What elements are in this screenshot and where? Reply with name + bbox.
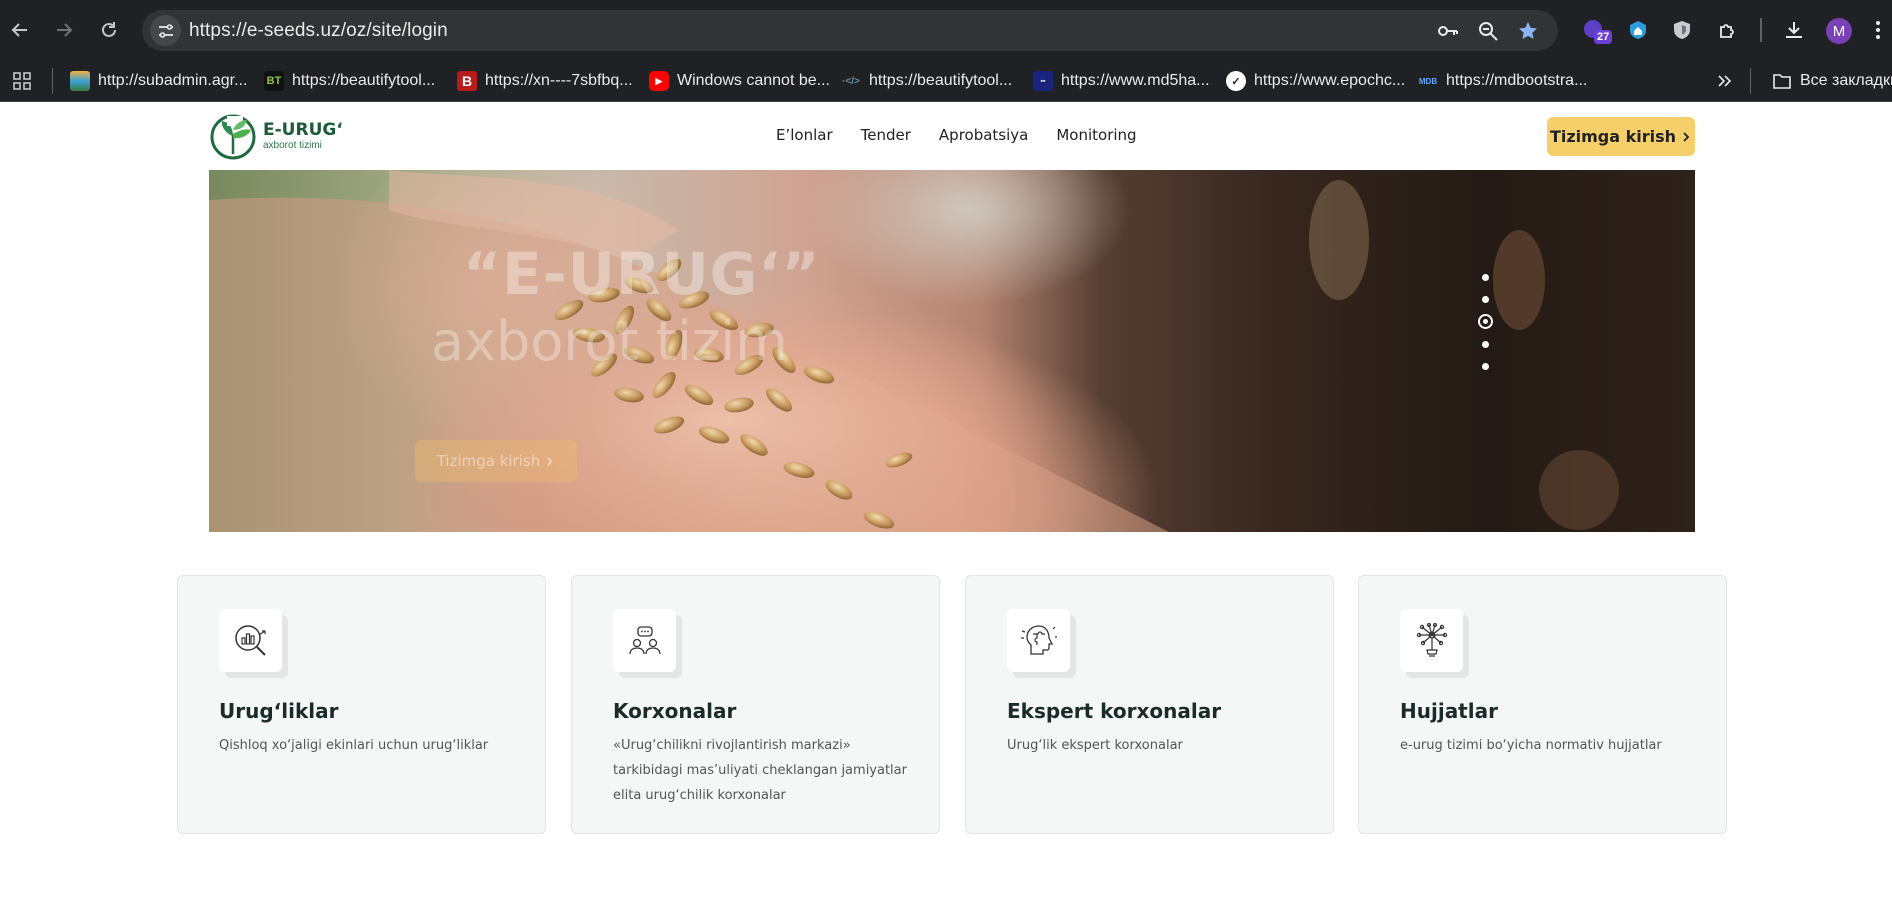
bookmark-item[interactable]: ▶ Windows cannot be...	[649, 70, 830, 92]
address-bar[interactable]: https://e-seeds.uz/oz/site/login	[142, 10, 1558, 51]
hero-subtitle: axborot tizim	[431, 310, 788, 373]
b-favicon: B	[457, 71, 477, 91]
logo-subtitle: axborot tizimi	[263, 139, 322, 151]
sprout-logo-icon	[210, 114, 256, 160]
apps-grid-button[interactable]	[12, 70, 32, 92]
bt-favicon: BT	[264, 71, 284, 91]
nav-link-elonlar[interactable]: E’lonlar	[776, 126, 833, 144]
bookmark-item[interactable]: ✓ https://www.epochc...	[1226, 70, 1405, 92]
url-text[interactable]: https://e-seeds.uz/oz/site/login	[189, 20, 448, 42]
downloads-icon[interactable]	[1780, 16, 1808, 44]
layers-favicon	[70, 71, 90, 91]
slider-dot[interactable]	[1482, 274, 1489, 281]
logo-title: E-URUG‘	[263, 119, 343, 140]
card-description: «Urug‘chilikni rivojlantirish markazi» t…	[613, 738, 907, 803]
extensions-puzzle-icon[interactable]	[1714, 16, 1742, 44]
forward-button[interactable]	[48, 14, 80, 46]
card-title: Korxonalar	[613, 699, 737, 723]
bookmark-item[interactable]: MDB https://mdbootstra...	[1418, 70, 1587, 92]
nav-link-monitoring[interactable]: Monitoring	[1056, 126, 1136, 144]
reload-button[interactable]	[93, 14, 125, 46]
reload-icon	[102, 22, 116, 37]
card-title: Ekspert korxonalar	[1007, 699, 1222, 723]
card-description: e-urug tizimi bo‘yicha normativ hujjatla…	[1400, 738, 1662, 753]
chevron-right-icon	[547, 456, 553, 466]
slider-dot[interactable]	[1482, 341, 1489, 348]
card-description: Qishloq xo‘jaligi ekinlari uchun urug‘li…	[219, 738, 489, 753]
slider-dot[interactable]	[1482, 363, 1489, 370]
login-button[interactable]: Tizimga kirish	[1547, 117, 1695, 156]
people-chat-icon	[613, 609, 676, 672]
mdb-favicon: MDB	[1418, 71, 1438, 91]
slider-dot-active[interactable]	[1478, 314, 1493, 329]
idea-network-icon	[1400, 609, 1463, 672]
all-bookmarks-folder[interactable]: Все закладки	[1772, 70, 1892, 92]
browser-toolbar: https://e-seeds.uz/oz/site/login 27 M	[0, 0, 1892, 60]
puzzle-head-icon	[1007, 609, 1070, 672]
hero-title: “E-URUG‘”	[463, 240, 821, 308]
card-hujjatlar[interactable]: Hujjatlar e-urug tizimi bo‘yicha normati…	[1358, 575, 1727, 834]
arrow-right-icon	[57, 23, 73, 37]
card-ekspert-korxonalar[interactable]: Ekspert korxonalar Urug‘lik ekspert korx…	[965, 575, 1334, 834]
bookmarks-bar: http://subadmin.agr... BT https://beauti…	[0, 60, 1892, 102]
arrow-left-icon	[11, 23, 27, 37]
back-button[interactable]	[4, 14, 36, 46]
double-chevron-right-icon	[1718, 75, 1732, 87]
extension-counter-icon[interactable]: 27	[1580, 16, 1613, 44]
hero-slider[interactable]: “E-URUG‘” axborot tizim Tizimga kirish	[209, 170, 1695, 532]
extension-badge: 27	[1594, 30, 1613, 44]
hero-login-button[interactable]: Tizimga kirish	[415, 440, 577, 482]
site-logo[interactable]: E-URUG‘ axborot tizimi	[209, 112, 343, 160]
chart-magnifier-icon	[219, 609, 282, 672]
bookmark-item[interactable]: ·</> https://beautifytool...	[841, 70, 1012, 92]
card-description: Urug‘lik ekspert korxonalar	[1007, 738, 1183, 753]
youtube-favicon: ▶	[649, 71, 669, 91]
bookmark-item[interactable]: ▪▪ https://www.md5ha...	[1033, 70, 1210, 92]
apps-grid-icon	[13, 72, 31, 90]
site-info-button[interactable]	[150, 15, 181, 46]
card-title: Urug‘liklar	[219, 699, 339, 723]
epoch-favicon: ✓	[1226, 71, 1246, 91]
tune-icon	[158, 23, 173, 38]
chevron-right-icon	[1683, 131, 1690, 142]
bookmark-star-icon[interactable]	[1516, 19, 1540, 43]
site-header: E-URUG‘ axborot tizimi E’lonlar Tender A…	[209, 102, 1695, 170]
card-uruglar[interactable]: Urug‘liklar Qishloq xo‘jaligi ekinlari u…	[177, 575, 546, 834]
beautify-favicon: ·</>	[841, 71, 861, 91]
main-nav: E’lonlar Tender Aprobatsiya Monitoring	[776, 126, 1137, 144]
bookmarks-overflow-button[interactable]	[1716, 70, 1732, 92]
slider-dot[interactable]	[1482, 296, 1489, 303]
zoom-icon[interactable]	[1476, 19, 1500, 43]
card-korxonalar[interactable]: Korxonalar «Urug‘chilikni rivojlantirish…	[571, 575, 940, 834]
toolbar-divider	[1760, 18, 1762, 42]
bookmarks-divider	[1750, 68, 1751, 94]
shield-extension-icon[interactable]	[1668, 16, 1696, 44]
bookmark-item[interactable]: http://subadmin.agr...	[70, 70, 247, 92]
home-shield-extension-icon[interactable]	[1624, 16, 1652, 44]
profile-avatar[interactable]: M	[1826, 18, 1852, 44]
folder-icon	[1773, 74, 1791, 89]
kebab-menu-icon[interactable]	[1864, 16, 1892, 44]
md5-favicon: ▪▪	[1033, 71, 1053, 91]
nav-link-tender[interactable]: Tender	[861, 126, 911, 144]
bookmark-item[interactable]: BT https://beautifytool...	[264, 70, 435, 92]
bookmarks-divider	[52, 68, 53, 94]
card-title: Hujjatlar	[1400, 699, 1498, 723]
password-key-icon[interactable]	[1436, 19, 1460, 43]
bookmark-item[interactable]: B https://xn----7sbfbq...	[457, 70, 633, 92]
nav-link-aprobatsiya[interactable]: Aprobatsiya	[939, 126, 1028, 144]
